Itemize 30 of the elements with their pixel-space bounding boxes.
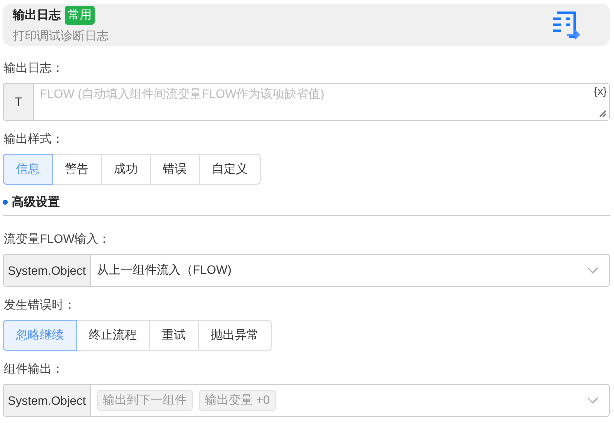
field-label: 发生错误时： xyxy=(4,297,76,314)
flow-input-select[interactable]: System.Object 从上一组件流入（FLOW) xyxy=(3,254,610,287)
error-option[interactable]: 重试 xyxy=(149,320,199,351)
component-description: 打印调试诊断日志 xyxy=(13,28,109,44)
chevron-down-icon xyxy=(587,266,599,274)
log-input-field[interactable]: T FLOW (自动填入组件间流变量FLOW作为该项缺省值) {x} xyxy=(3,83,610,121)
field-label: 流变量FLOW输入： xyxy=(4,231,111,248)
style-option[interactable]: 错误 xyxy=(150,154,200,185)
bullet-icon xyxy=(3,200,8,205)
output-tag: 输出变量 +0 xyxy=(199,390,276,411)
section-title: 高级设置 xyxy=(12,194,60,211)
field-label: 输出日志： xyxy=(4,60,64,77)
type-prefix: System.Object xyxy=(4,255,92,286)
component-title: 输出日志 xyxy=(13,6,61,24)
error-option[interactable]: 抛出异常 xyxy=(198,320,272,351)
output-tag: 输出到下一组件 xyxy=(97,390,194,411)
field-label: 组件输出： xyxy=(4,361,64,378)
select-value: 从上一组件流入（FLOW) xyxy=(96,262,233,279)
common-badge: 常用 xyxy=(65,6,95,24)
type-prefix: System.Object xyxy=(4,385,92,416)
style-option[interactable]: 成功 xyxy=(101,154,151,185)
chevron-down-icon xyxy=(587,396,599,404)
style-option[interactable]: 自定义 xyxy=(199,154,261,185)
style-option[interactable]: 警告 xyxy=(52,154,102,185)
resize-handle-icon[interactable] xyxy=(599,110,607,118)
field-label: 输出样式： xyxy=(4,131,64,148)
variable-button[interactable]: {x} xyxy=(594,86,607,98)
output-select[interactable]: System.Object 输出到下一组件 输出变量 +0 xyxy=(3,384,610,417)
error-option[interactable]: 终止流程 xyxy=(76,320,150,351)
type-prefix: T xyxy=(4,84,34,120)
